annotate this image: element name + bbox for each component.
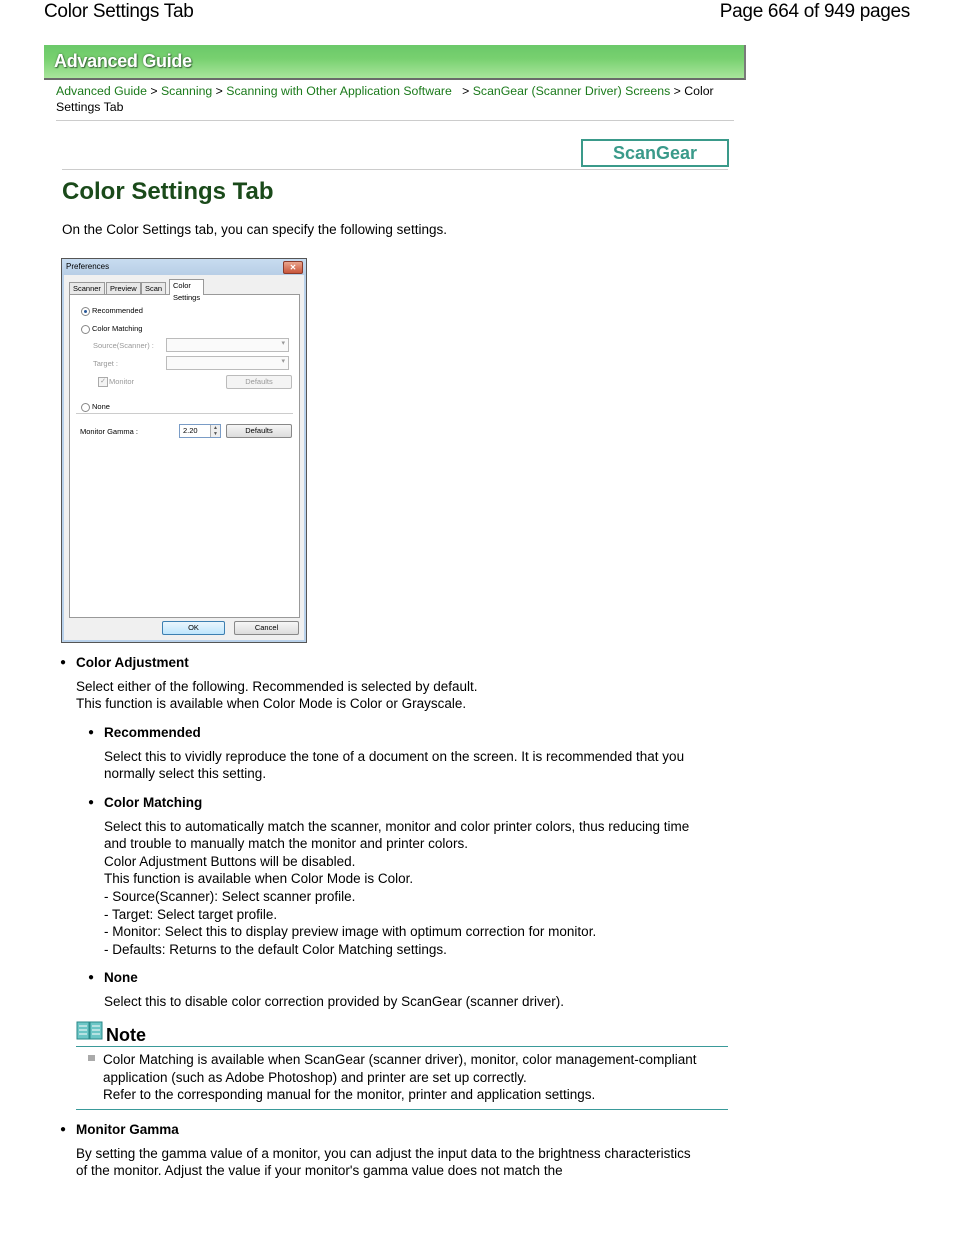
note-text: Color Matching is available when ScanGea… <box>103 1052 697 1085</box>
section-text: This function is available when Color Mo… <box>76 696 467 712</box>
dialog-title: Preferences <box>66 262 110 271</box>
section-text: Select this to vividly reproduce the ton… <box>104 748 685 782</box>
divider <box>76 413 293 414</box>
target-select[interactable] <box>166 356 289 370</box>
section-text: Select this to automatically match the s… <box>104 818 690 852</box>
bullet-icon: ● <box>60 657 67 668</box>
note-text: Refer to the corresponding manual for th… <box>103 1087 596 1103</box>
advanced-guide-banner: Advanced Guide <box>44 45 746 80</box>
banner-label: Advanced Guide <box>54 51 192 71</box>
spinner-arrows-icon[interactable]: ▲ ▼ <box>210 425 220 437</box>
source-select[interactable] <box>166 338 289 352</box>
breadcrumb-link-scanning[interactable]: Scanning <box>161 84 212 98</box>
square-bullet-icon <box>88 1055 95 1061</box>
cancel-button[interactable]: Cancel <box>234 621 299 635</box>
recommended-radio[interactable] <box>81 307 90 316</box>
breadcrumb-link-other-software[interactable]: Scanning with Other Application Software <box>226 84 452 98</box>
book-icon <box>76 1021 103 1040</box>
monitor-gamma-spinner[interactable]: 2.20 ▲ ▼ <box>179 424 221 438</box>
bullet-icon: ● <box>60 1124 67 1135</box>
section-text: Color Adjustment Buttons will be disable… <box>104 853 356 869</box>
page-title: Color Settings Tab <box>62 178 274 205</box>
source-label: Source(Scanner) : <box>93 341 154 350</box>
note-header: Note <box>76 1020 728 1047</box>
section-recommended: ● Recommended Select this to vividly rep… <box>88 724 724 783</box>
dialog-body: Scanner Preview Scan Color Settings Reco… <box>64 275 304 640</box>
intro-text: On the Color Settings tab, you can speci… <box>62 222 447 237</box>
ok-button[interactable]: OK <box>162 621 225 635</box>
divider <box>56 120 734 121</box>
breadcrumb-link-advanced-guide[interactable]: Advanced Guide <box>56 84 147 98</box>
section-none: ● None Select this to disable color corr… <box>88 969 724 1010</box>
note-body: Color Matching is available when ScanGea… <box>76 1047 728 1110</box>
document-title: Color Settings Tab <box>44 1 194 22</box>
breadcrumb-separator: > <box>673 84 685 98</box>
bullet-icon: ● <box>88 972 95 983</box>
section-title: Color Adjustment <box>76 655 189 670</box>
section-text: - Monitor: Select this to display previe… <box>104 924 597 940</box>
bullet-icon: ● <box>88 797 95 808</box>
section-text: - Source(Scanner): Select scanner profil… <box>104 888 356 904</box>
close-icon[interactable]: ✕ <box>283 261 303 274</box>
preferences-dialog: Preferences ✕ Scanner Preview Scan Color… <box>61 258 307 643</box>
section-text: This function is available when Color Mo… <box>104 871 414 887</box>
color-matching-radio[interactable] <box>81 325 90 334</box>
section-color-adjustment: ● Color Adjustment Select either of the … <box>60 654 726 713</box>
breadcrumb-separator: > <box>150 84 161 98</box>
section-monitor-gamma: ● Monitor Gamma By setting the gamma val… <box>60 1121 696 1180</box>
note-title: Note <box>106 1025 146 1045</box>
none-label: None <box>92 402 110 411</box>
monitor-label: Monitor <box>109 377 135 386</box>
page-indicator: Page 664 of 949 pages <box>719 1 911 22</box>
divider <box>62 169 728 170</box>
monitor-gamma-defaults-button[interactable]: Defaults <box>226 424 292 438</box>
section-title: Recommended <box>104 725 201 740</box>
target-label: Target : <box>93 359 119 368</box>
section-title: Monitor Gamma <box>76 1122 179 1137</box>
color-matching-defaults-button[interactable]: Defaults <box>226 375 292 389</box>
section-text: - Target: Select target profile. <box>104 906 278 922</box>
breadcrumb-separator: > <box>215 84 227 98</box>
dialog-titlebar: Preferences ✕ <box>62 259 306 275</box>
section-text: Select this to disable color correction … <box>104 993 564 1009</box>
section-title: Color Matching <box>104 795 203 810</box>
breadcrumb-link-scangear-screens[interactable]: ScanGear (Scanner Driver) Screens <box>473 84 671 98</box>
section-text: Select either of the following. Recommen… <box>76 678 478 694</box>
monitor-gamma-value: 2.20 <box>183 426 198 435</box>
section-text: - Defaults: Returns to the default Color… <box>104 941 447 957</box>
none-radio[interactable] <box>81 403 90 412</box>
page-header: Color Settings Tab Page 664 of 949 pages <box>0 0 954 30</box>
color-settings-panel: Recommended Color Matching Source(Scanne… <box>69 294 300 618</box>
monitor-checkbox[interactable]: ✓ <box>98 377 108 387</box>
color-matching-label: Color Matching <box>92 324 143 333</box>
section-text: By setting the gamma value of a monitor,… <box>76 1145 691 1179</box>
breadcrumb: Advanced Guide > Scanning > Scanning wit… <box>56 83 736 115</box>
section-color-matching: ● Color Matching Select this to automati… <box>88 794 704 958</box>
scangear-button[interactable]: ScanGear <box>581 139 729 167</box>
recommended-label: Recommended <box>92 306 143 315</box>
monitor-gamma-label: Monitor Gamma : <box>80 427 138 436</box>
tab-color-settings[interactable]: Color Settings <box>169 279 205 302</box>
section-title: None <box>104 970 138 985</box>
breadcrumb-separator: > <box>455 84 473 98</box>
bullet-icon: ● <box>88 727 95 738</box>
